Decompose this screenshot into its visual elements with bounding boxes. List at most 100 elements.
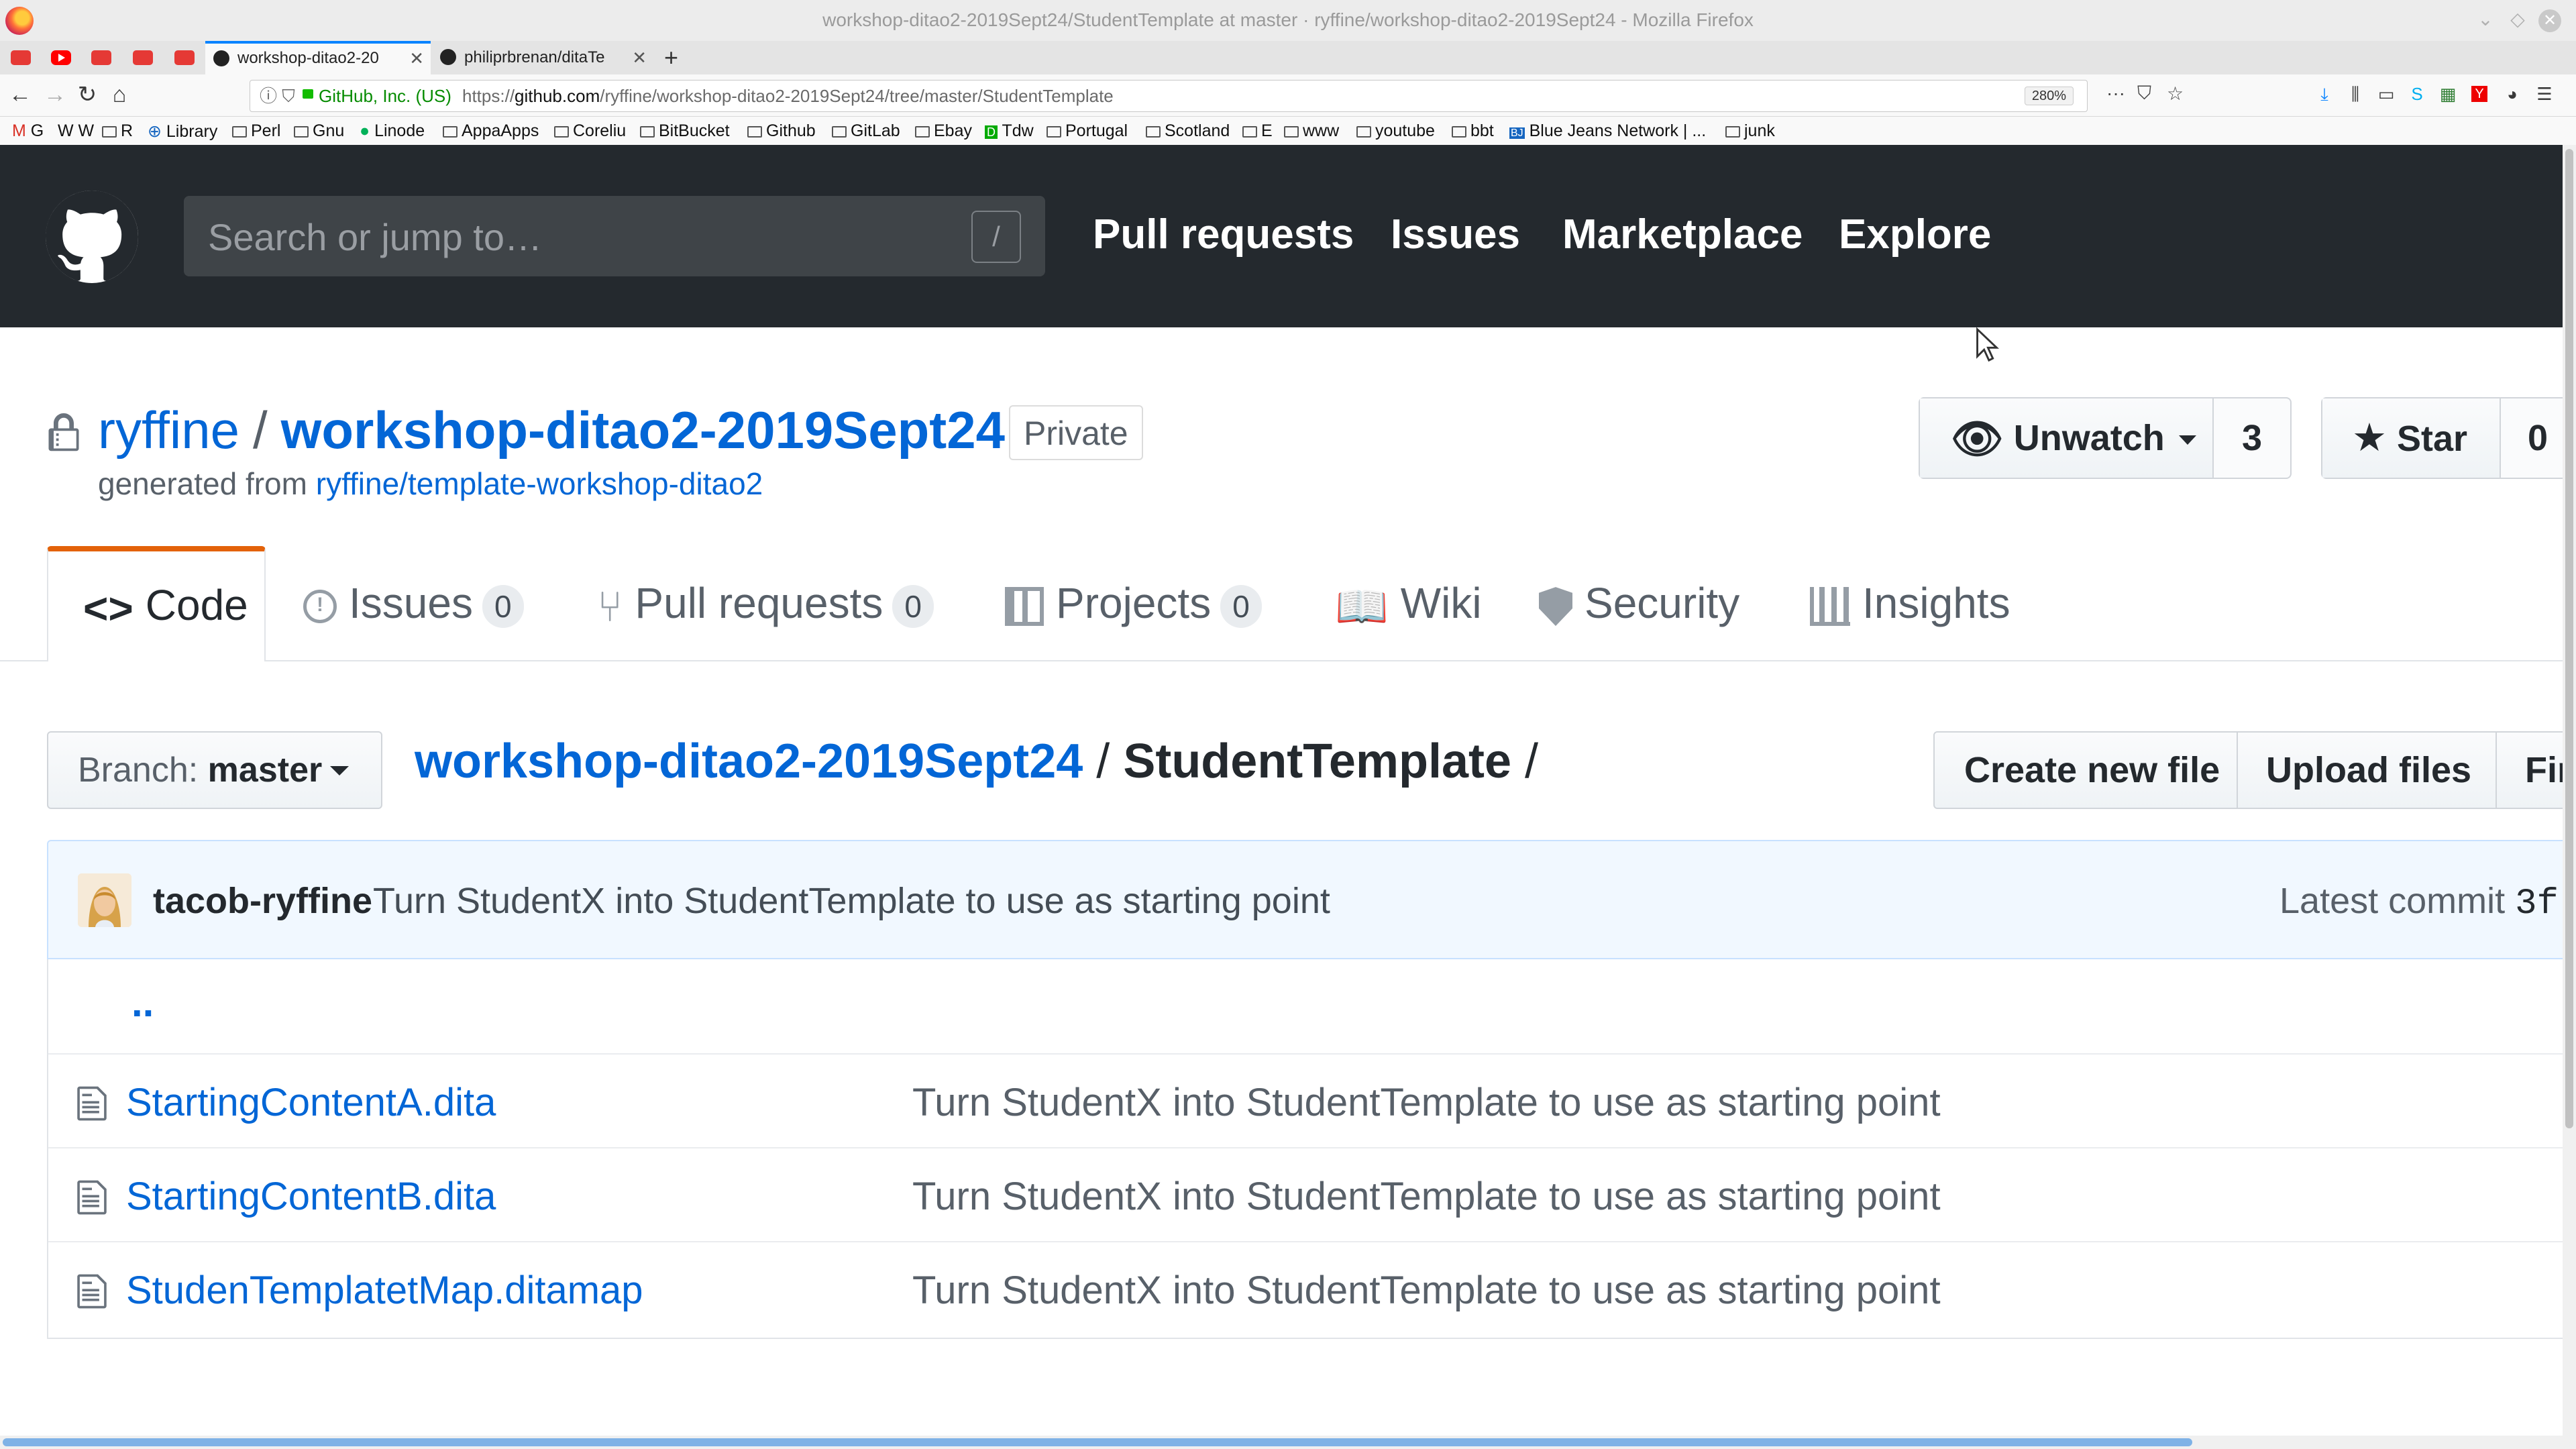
close-window-icon[interactable]: ✕ <box>2538 9 2561 32</box>
nav-pull-requests[interactable]: Pull requests <box>1093 211 1354 258</box>
maximize-icon[interactable]: ◇ <box>2508 9 2528 30</box>
pocket-icon[interactable]: ⛉ <box>2137 83 2151 105</box>
reload-button[interactable]: ↻ <box>74 81 101 108</box>
site-identity[interactable]: GitHub, Inc. (US) <box>319 80 451 111</box>
bookmark-folder-bitbucket[interactable]: BitBucket <box>640 121 730 141</box>
tab-wiki[interactable]: 📖 Wiki <box>1335 546 1482 660</box>
forward-button[interactable]: → <box>42 81 68 108</box>
unwatch-button[interactable]: 👁 Unwatch <box>1920 398 2214 478</box>
bookmark-star-icon[interactable]: ☆ <box>2167 83 2184 105</box>
tab-insights[interactable]: Insights <box>1810 546 2010 660</box>
list-item-parent-dir[interactable]: .. <box>48 959 2576 1053</box>
home-button[interactable]: ⌂ <box>106 81 133 108</box>
create-new-file-button[interactable]: Create new file <box>1964 733 2220 808</box>
commit-author-link[interactable]: tacob-ryffine <box>153 880 372 922</box>
file-name-link[interactable]: StartingContentB.dita <box>126 1174 496 1219</box>
new-tab-button[interactable]: + <box>664 41 678 74</box>
site-info-icon[interactable]: ⓘ ⛉ <box>260 80 295 111</box>
bookmark-label: Linode <box>374 121 425 140</box>
url-bar[interactable]: ⓘ ⛉ GitHub, Inc. (US) https://github.com… <box>250 80 2088 112</box>
close-tab-icon[interactable]: ✕ <box>632 42 647 73</box>
pinned-tab-3[interactable] <box>90 46 113 69</box>
search-input[interactable] <box>207 196 947 278</box>
skype-icon[interactable]: S <box>2407 84 2427 104</box>
file-name-link[interactable]: StartingContentA.dita <box>126 1080 496 1125</box>
vertical-scrollbar[interactable] <box>2563 145 2576 1449</box>
bookmark-label: youtube <box>1375 121 1435 140</box>
branch-selector[interactable]: Branch: master <box>47 731 382 809</box>
extension-icon[interactable]: ▦ <box>2438 84 2458 104</box>
bookmark-folder-bbt[interactable]: bbt <box>1452 121 1494 141</box>
bookmark-folder-youtube[interactable]: youtube <box>1356 121 1435 141</box>
template-repo-link[interactable]: ryffine/template-workshop-ditao2 <box>316 466 763 501</box>
parent-directory-link[interactable]: .. <box>131 979 154 1026</box>
horizontal-scrollbar[interactable] <box>0 1436 2563 1449</box>
pinned-tab-1[interactable] <box>9 46 32 69</box>
page-actions-icon[interactable]: ··· <box>2106 83 2125 104</box>
bookmark-tdw[interactable]: D Tdw <box>985 121 1034 141</box>
commit-message-link[interactable]: Turn StudentX into StudentTemplate to us… <box>373 880 1330 922</box>
tab-pull-requests[interactable]: ⑂ Pull requests 0 <box>597 546 934 660</box>
scrollbar-thumb[interactable] <box>2565 149 2573 1128</box>
pinned-tab-5[interactable] <box>173 46 196 69</box>
repo-name-link[interactable]: workshop-ditao2-2019Sept24 <box>281 400 1005 460</box>
yandex-icon[interactable]: Y <box>2471 86 2487 102</box>
repo-title: ryffine / workshop-ditao2-2019Sept24 <box>98 400 1005 461</box>
back-button[interactable]: ← <box>7 81 34 108</box>
bookmark-folder-coreliu[interactable]: Coreliu <box>554 121 626 141</box>
nav-issues[interactable]: Issues <box>1391 211 1520 258</box>
tab-issues[interactable]: ! Issues 0 <box>303 546 524 660</box>
bookmark-library[interactable]: ⊕ Library <box>148 121 217 142</box>
star-button[interactable]: ★ Star <box>2322 398 2501 478</box>
file-name-link[interactable]: StudenTemplatetMap.ditamap <box>126 1268 643 1313</box>
bookmark-folder-appaapps[interactable]: AppaApps <box>443 121 539 141</box>
bookmark-folder-e[interactable]: E <box>1242 121 1273 141</box>
bookmark-folder-github[interactable]: Github <box>747 121 816 141</box>
bookmark-folder-junk[interactable]: junk <box>1725 121 1775 141</box>
bookmark-folder-scotland[interactable]: Scotland <box>1146 121 1230 141</box>
downloads-icon[interactable]: ⤓ <box>2314 84 2334 104</box>
bookmark-ww[interactable]: W W <box>58 121 94 141</box>
bookmark-linode[interactable]: ● Linode <box>360 121 425 141</box>
bookmark-folder-ebay[interactable]: Ebay <box>915 121 972 141</box>
file-commit-message-link[interactable]: Turn StudentX into StudentTemplate to us… <box>912 1174 1941 1219</box>
avatar[interactable] <box>78 873 131 927</box>
bookmark-folder-perl[interactable]: Perl <box>232 121 280 141</box>
bookmark-folder-gitlab[interactable]: GitLab <box>832 121 900 141</box>
bookmark-gmail[interactable]: M G <box>12 121 44 141</box>
tab-projects[interactable]: Projects 0 <box>1005 546 1262 660</box>
tab-ditate[interactable]: philiprbrenan/ditaTe ✕ <box>432 42 653 73</box>
bookmark-label: Perl <box>251 121 281 140</box>
bookmark-folder-r[interactable]: R <box>102 121 133 141</box>
upload-files-button[interactable]: Upload files <box>2266 733 2471 808</box>
nav-explore[interactable]: Explore <box>1839 211 1991 258</box>
extension-icon[interactable]: ◕ <box>2502 84 2522 104</box>
octocat-icon <box>46 191 138 281</box>
bookmark-folder-www[interactable]: www <box>1284 121 1339 141</box>
github-logo-icon[interactable] <box>46 191 138 283</box>
pinned-tab-youtube[interactable] <box>50 46 72 69</box>
file-commit-message-link[interactable]: Turn StudentX into StudentTemplate to us… <box>912 1268 1941 1313</box>
sidebar-icon[interactable]: ▭ <box>2376 84 2396 104</box>
bookmark-folder-portugal[interactable]: Portugal <box>1046 121 1128 141</box>
avatar-image <box>78 873 131 927</box>
tab-workshop[interactable]: workshop-ditao2-20 ✕ <box>205 41 431 74</box>
repo-owner-link[interactable]: ryffine <box>98 400 239 460</box>
nav-marketplace[interactable]: Marketplace <box>1562 211 1803 258</box>
library-icon[interactable]: ⫼ <box>2345 84 2365 104</box>
tab-security[interactable]: Security <box>1539 546 1739 660</box>
bookmark-bluejeans[interactable]: BJ Blue Jeans Network | ... <box>1509 121 1706 141</box>
scrollbar-thumb[interactable] <box>3 1438 2192 1446</box>
pinned-tab-4[interactable] <box>131 46 154 69</box>
minimize-icon[interactable]: ⌄ <box>2475 9 2496 30</box>
menu-icon[interactable]: ☰ <box>2534 84 2555 104</box>
file-commit-message-link[interactable]: Turn StudentX into StudentTemplate to us… <box>912 1080 1941 1125</box>
zoom-level[interactable]: 280% <box>2024 87 2074 105</box>
close-tab-icon[interactable]: ✕ <box>409 44 424 73</box>
url-text[interactable]: https://github.com/ryffine/workshop-dita… <box>462 80 1114 111</box>
tab-code[interactable]: <> Code <box>47 546 266 661</box>
breadcrumb-repo-link[interactable]: workshop-ditao2-2019Sept24 <box>415 735 1083 788</box>
search-box[interactable]: / <box>184 196 1045 278</box>
watch-count[interactable]: 3 <box>2214 398 2290 478</box>
bookmark-folder-gnu[interactable]: Gnu <box>294 121 344 141</box>
